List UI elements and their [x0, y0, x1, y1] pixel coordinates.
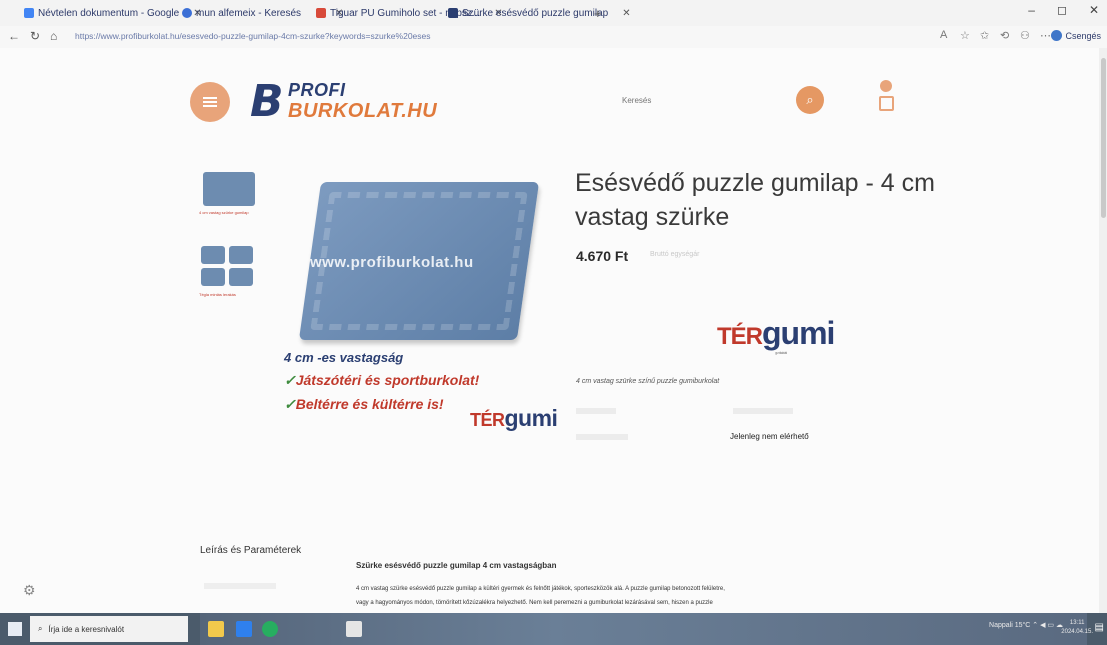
description-side-link[interactable]: [204, 583, 276, 589]
short-description: 4 cm vastag szürke színű puzzle gumiburk…: [576, 378, 720, 385]
system-tray[interactable]: Nappali 15°C ⌃ ◀ ▭ ☁: [989, 621, 1063, 629]
profile-label: Csengés: [1065, 30, 1101, 41]
clock-date: 2024.04.15.: [1061, 629, 1093, 635]
availability-label: [576, 434, 628, 440]
search-icon: ⌕: [806, 92, 814, 107]
windows-taskbar: ⌕ Írja ide a keresnivalót Nappali 15°C ⌃…: [0, 613, 1107, 645]
site-favicon-icon: [316, 8, 326, 18]
thumbnail-caption: 4 cm vastag szürke gumilap: [199, 210, 249, 215]
search-input[interactable]: [620, 91, 784, 109]
brand-logo[interactable]: TÉRgumi gumiburkolat: [717, 315, 835, 355]
history-icon[interactable]: ⟲: [1000, 29, 1009, 42]
logo-mark-icon: B: [250, 76, 284, 127]
checkmark-icon: ✓: [284, 396, 296, 412]
product-title: Esésvédő puzzle gumilap - 4 cm vastag sz…: [575, 169, 935, 231]
tab-google-doc[interactable]: Névtelen dokumentum - Google ✕: [24, 4, 202, 22]
docs-icon: [24, 8, 34, 18]
home-icon[interactable]: ⌂: [50, 29, 57, 43]
profiburkolat-favicon-icon: [448, 8, 458, 18]
thumbnail-caption: Tégla mintás lerakás: [199, 292, 236, 297]
browser-tab-bar: Névtelen dokumentum - Google ✕ mun alfem…: [0, 0, 1107, 26]
window-controls: – ◻ ✕: [1028, 3, 1099, 17]
new-tab-button[interactable]: +: [594, 4, 602, 22]
tab-title: Névtelen dokumentum - Google: [38, 7, 180, 19]
tab-title: Szürke esésvédő puzzle gumilap: [462, 7, 609, 19]
taskbar-search-input[interactable]: ⌕ Írja ide a keresnivalót: [30, 616, 188, 642]
taskbar-clock[interactable]: 13:11 2024.04.15.: [1061, 619, 1093, 637]
availability-status: Jelenleg nem elérhető: [730, 432, 809, 441]
tab-active-product[interactable]: Szürke esésvédő puzzle gumilap ✕: [448, 4, 631, 22]
image-feature-line-1: ✓Játszótéri és sportburkolat!: [284, 372, 480, 388]
favorite-star-icon[interactable]: ☆: [960, 29, 970, 42]
account-icon[interactable]: [880, 80, 892, 92]
hamburger-menu-button[interactable]: [190, 82, 230, 122]
image-thickness-text: 4 cm -es vastagság: [284, 350, 404, 365]
description-title: Szürke esésvédő puzzle gumilap 4 cm vast…: [356, 561, 557, 570]
image-brand-logo: TÉRgumi: [470, 405, 558, 431]
image-watermark: www.profiburkolat.hu: [310, 254, 474, 271]
reload-icon[interactable]: ↻: [30, 29, 40, 43]
notification-icon[interactable]: ▤: [1095, 622, 1104, 633]
profile-button[interactable]: Csengés: [1051, 30, 1101, 41]
minimize-icon[interactable]: –: [1028, 3, 1035, 17]
back-icon[interactable]: ←: [8, 29, 20, 43]
edge-browser-icon[interactable]: [262, 621, 278, 637]
price-note: Bruttó egységár: [650, 251, 700, 258]
close-tab-icon[interactable]: ✕: [622, 8, 630, 19]
avatar: [1051, 30, 1063, 41]
logo-text-burkolat: BURKOLAT.HU: [288, 100, 438, 122]
site-logo[interactable]: B PROFI BURKOLAT.HU: [250, 76, 440, 128]
more-icon[interactable]: ⋯: [1040, 29, 1051, 42]
checkmark-icon: ✓: [284, 372, 296, 388]
clock-time: 13:11: [1069, 620, 1085, 626]
product-thumbnail-2[interactable]: Tégla mintás lerakás: [197, 244, 259, 302]
taskbar-apps-strip: [200, 613, 1087, 645]
maximize-icon[interactable]: ◻: [1057, 3, 1067, 17]
product-thumbnail-1[interactable]: 4 cm vastag szürke gumilap: [197, 170, 259, 228]
description-tab-heading[interactable]: Leírás és Paraméterek: [200, 545, 301, 556]
scrollbar-thumb[interactable]: [1101, 58, 1106, 218]
product-price: 4.670 Ft: [576, 248, 629, 264]
cart-icon[interactable]: [879, 96, 894, 111]
search-button[interactable]: ⌕: [796, 86, 824, 114]
description-body-line-2: vagy a hagyományos módon, tömörített kőz…: [356, 600, 713, 606]
attribute-label: [576, 408, 616, 414]
file-explorer-icon[interactable]: [208, 621, 224, 637]
menu-icon: [203, 95, 217, 109]
description-body-line-1: 4 cm vastag szürke esésvédő puzzle gumil…: [356, 586, 725, 592]
tab-title: mun alfemeix - Keresés: [196, 7, 302, 19]
weather-text: Nappali 15°C: [989, 622, 1031, 629]
favorites-icon[interactable]: ✩: [980, 29, 989, 42]
logo-text-profi: PROFI: [288, 80, 346, 100]
read-aloud-icon[interactable]: A: [940, 29, 947, 41]
extensions-icon[interactable]: ⚇: [1020, 29, 1030, 42]
close-window-icon[interactable]: ✕: [1089, 3, 1099, 17]
image-feature-line-2: ✓Beltérre és kültérre is!: [284, 396, 444, 412]
store-icon[interactable]: [236, 621, 252, 637]
search-icon: ⌕: [38, 624, 43, 633]
attribute-value: [733, 408, 793, 414]
main-product-image[interactable]: www.profiburkolat.hu: [280, 168, 550, 368]
address-bar: ← ↻ ⌂ https://www.profiburkolat.hu/esesv…: [0, 26, 1107, 48]
app-icon[interactable]: [346, 621, 362, 637]
windows-start-icon[interactable]: [8, 622, 22, 636]
search-icon: [182, 8, 192, 18]
gear-icon[interactable]: ⚙: [23, 582, 36, 599]
url-field[interactable]: https://www.profiburkolat.hu/esesvedo-pu…: [75, 31, 431, 41]
